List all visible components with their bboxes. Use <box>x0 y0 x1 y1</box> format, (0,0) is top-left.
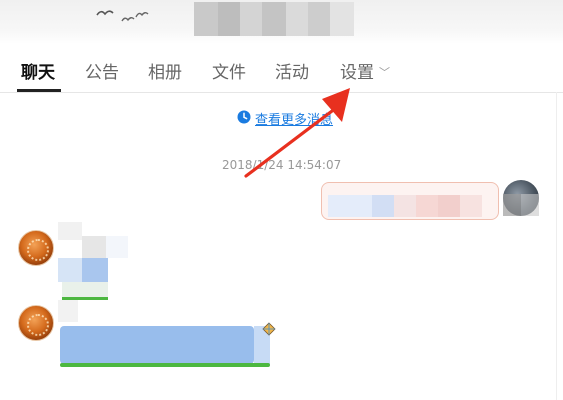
tab-settings-label: 设置 <box>340 63 374 83</box>
tab-files[interactable]: 文件 <box>212 58 246 83</box>
kite-icon <box>262 322 276 336</box>
tab-announcements[interactable]: 公告 <box>85 58 119 83</box>
tab-album[interactable]: 相册 <box>148 58 182 83</box>
outgoing-message-bubble[interactable] <box>321 182 499 220</box>
member-avatar[interactable] <box>18 230 54 266</box>
bird-icon <box>121 17 135 22</box>
active-tab-indicator <box>17 89 61 92</box>
member-avatar[interactable] <box>18 305 54 341</box>
window-banner <box>0 0 563 44</box>
chevron-down-icon: ﹀ <box>379 66 390 79</box>
incoming-message-bubble[interactable] <box>58 222 130 304</box>
my-avatar[interactable] <box>503 180 539 216</box>
panel-edge <box>556 92 557 400</box>
tab-chat[interactable]: 聊天 <box>21 58 55 83</box>
incoming-message-bubble[interactable] <box>58 300 280 370</box>
tab-activities[interactable]: 活动 <box>275 58 309 83</box>
tab-settings[interactable]: 设置 ﹀ <box>340 58 390 83</box>
group-title-blurred <box>194 2 354 36</box>
bird-icon <box>135 12 149 18</box>
red-arrow-icon <box>244 88 350 178</box>
bird-icon <box>96 10 114 16</box>
